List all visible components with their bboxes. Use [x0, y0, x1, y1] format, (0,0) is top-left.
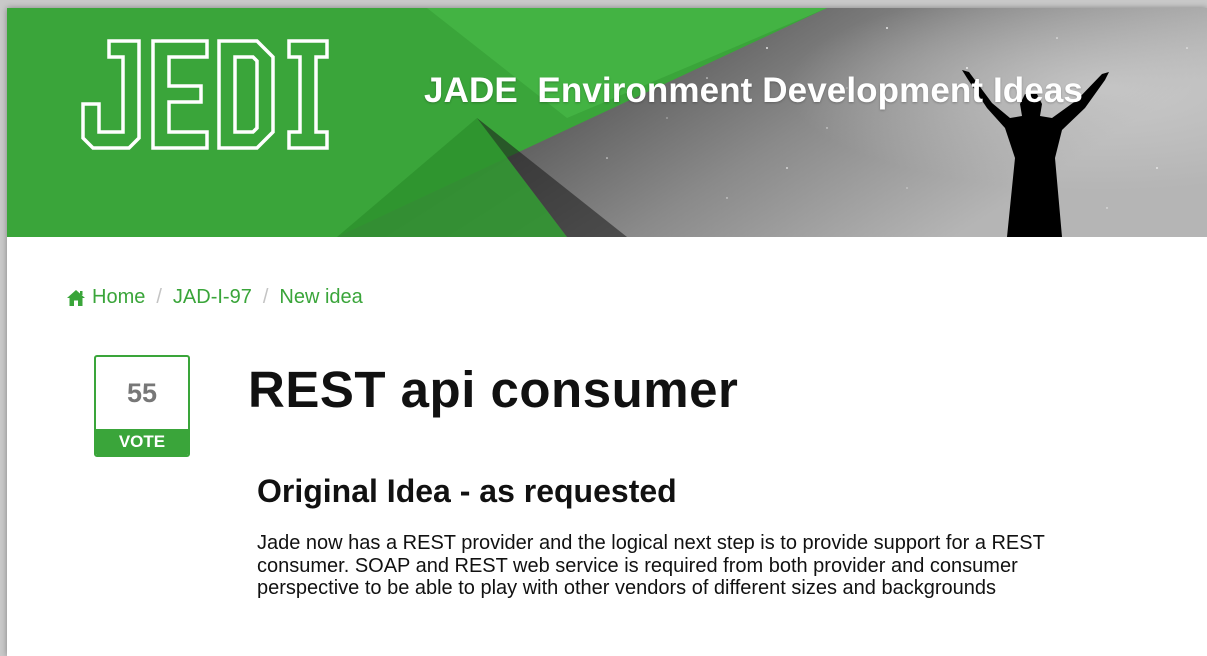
vote-button[interactable]: 55 VOTE	[94, 355, 190, 457]
header-banner: JADE Environment Development Ideas	[7, 8, 1207, 237]
section-heading: Original Idea - as requested	[257, 473, 677, 509]
idea-title: REST api consumer	[248, 361, 739, 418]
idea-description: Jade now has a REST provider and the log…	[257, 532, 1045, 599]
banner-tagline: JADE Environment Development Ideas	[424, 71, 1083, 110]
breadcrumb: Home / JAD-I-97 / New idea	[66, 286, 363, 309]
vote-label: VOTE	[96, 429, 188, 455]
breadcrumb-new-idea-link[interactable]: New idea	[279, 286, 362, 309]
jedi-logo	[81, 39, 329, 150]
breadcrumb-separator: /	[262, 286, 269, 308]
breadcrumb-separator: /	[156, 286, 162, 308]
vote-count: 55	[126, 377, 158, 408]
breadcrumb-home-link[interactable]: Home	[92, 286, 145, 309]
breadcrumb-jad-i-97-link[interactable]: JAD-I-97	[173, 286, 252, 309]
page-frame: JADE Environment Development Ideas Home …	[7, 8, 1207, 656]
home-icon[interactable]	[66, 289, 86, 307]
